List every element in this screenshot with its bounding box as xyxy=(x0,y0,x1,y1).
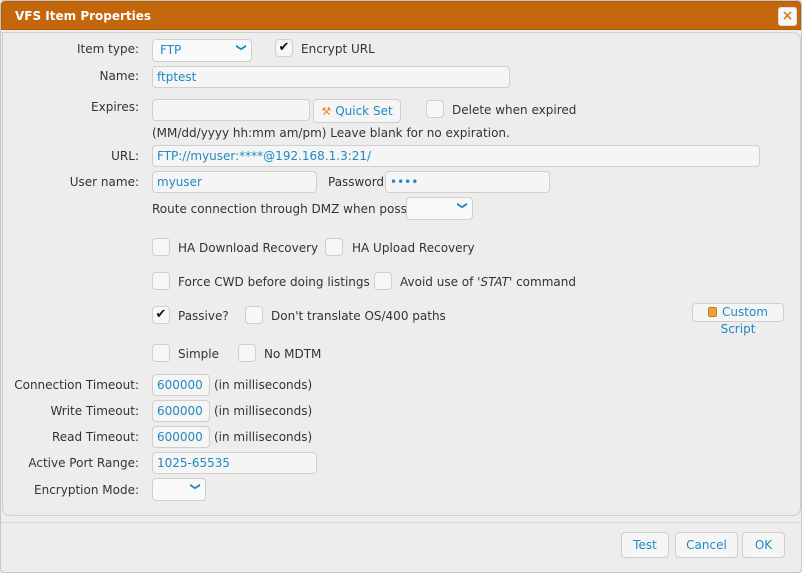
check-icon: ✔ xyxy=(155,307,167,322)
ha-download-label: HA Download Recovery xyxy=(178,241,319,255)
user-name-input[interactable]: myuser xyxy=(152,171,317,193)
avoid-stat-prefix: Avoid use of ' xyxy=(400,275,481,289)
no-mdtm-label: No MDTM xyxy=(264,347,322,361)
name-label: Name: xyxy=(99,69,139,83)
footer-divider xyxy=(1,522,801,523)
url-input[interactable]: FTP://myuser:****@192.168.1.3:21/ xyxy=(152,145,760,167)
active-port-range-input[interactable]: 1025-65535 xyxy=(152,452,317,474)
quick-set-button[interactable]: ⚒ Quick Set xyxy=(313,99,401,123)
vfs-item-properties-dialog: VFS Item Properties × Item type: FTP ❯ ✔… xyxy=(0,0,802,573)
delete-when-expired-checkbox[interactable] xyxy=(426,100,444,118)
script-icon xyxy=(708,307,717,317)
expires-label: Expires: xyxy=(91,100,139,114)
read-timeout-label: Read Timeout: xyxy=(51,430,139,444)
dmz-select[interactable]: ❯ xyxy=(406,197,473,220)
connection-timeout-label: Connection Timeout: xyxy=(14,378,139,392)
quick-set-label: Quick Set xyxy=(335,104,393,118)
delete-when-expired-label: Delete when expired xyxy=(452,103,577,117)
write-timeout-unit: (in milliseconds) xyxy=(214,404,313,418)
encryption-mode-select[interactable]: ❯ xyxy=(152,478,206,501)
test-button[interactable]: Test xyxy=(621,532,669,558)
no-translate-checkbox[interactable] xyxy=(245,306,263,324)
name-input[interactable]: ftptest xyxy=(152,66,510,88)
ha-upload-checkbox[interactable] xyxy=(325,238,343,256)
custom-script-label: Custom Script xyxy=(720,305,768,336)
item-type-value: FTP xyxy=(160,43,182,57)
read-timeout-unit: (in milliseconds) xyxy=(214,430,313,444)
custom-script-button[interactable]: Custom Script xyxy=(692,303,784,336)
force-cwd-label: Force CWD before doing listings xyxy=(178,275,370,289)
close-button[interactable]: × xyxy=(778,7,797,26)
encrypt-url-label: Encrypt URL xyxy=(301,42,375,56)
connection-timeout-unit: (in milliseconds) xyxy=(214,378,313,392)
simple-label: Simple xyxy=(178,347,219,361)
expires-hint: (MM/dd/yyyy hh:mm am/pm) Leave blank for… xyxy=(152,126,510,140)
url-label: URL: xyxy=(111,149,139,163)
wrench-icon: ⚒ xyxy=(321,105,332,118)
cancel-button[interactable]: Cancel xyxy=(675,532,738,558)
encrypt-url-checkbox[interactable]: ✔ xyxy=(275,39,293,57)
active-port-range-label: Active Port Range: xyxy=(28,456,139,470)
item-type-select[interactable]: FTP ❯ xyxy=(152,39,252,62)
properties-panel: Item type: FTP ❯ ✔ Encrypt URL Name: ftp… xyxy=(2,32,801,516)
avoid-stat-suffix: ' command xyxy=(508,275,576,289)
close-icon: × xyxy=(781,8,794,24)
ha-download-checkbox[interactable] xyxy=(152,238,170,256)
password-label: Password: xyxy=(328,175,389,189)
passive-checkbox[interactable]: ✔ xyxy=(152,306,170,324)
write-timeout-label: Write Timeout: xyxy=(50,404,139,418)
no-mdtm-checkbox[interactable] xyxy=(238,344,256,362)
simple-checkbox[interactable] xyxy=(152,344,170,362)
read-timeout-input[interactable]: 600000 xyxy=(152,426,210,448)
user-name-label: User name: xyxy=(69,175,139,189)
passive-label: Passive? xyxy=(178,309,229,323)
no-translate-label: Don't translate OS/400 paths xyxy=(271,309,446,323)
chevron-down-icon: ❯ xyxy=(235,43,247,52)
connection-timeout-input[interactable]: 600000 xyxy=(152,374,210,396)
expires-input[interactable] xyxy=(152,99,310,121)
avoid-stat-checkbox[interactable] xyxy=(374,272,392,290)
avoid-stat-label: Avoid use of 'STAT' command xyxy=(400,275,576,289)
chevron-down-icon: ❯ xyxy=(456,201,468,210)
chevron-down-icon: ❯ xyxy=(189,482,201,491)
avoid-stat-command: STAT xyxy=(480,275,509,289)
item-type-label: Item type: xyxy=(77,42,139,56)
force-cwd-checkbox[interactable] xyxy=(152,272,170,290)
write-timeout-input[interactable]: 600000 xyxy=(152,400,210,422)
password-input[interactable]: •••• xyxy=(385,171,550,193)
ha-upload-label: HA Upload Recovery xyxy=(352,241,475,255)
title-bar[interactable]: VFS Item Properties × xyxy=(1,1,801,30)
check-icon: ✔ xyxy=(278,40,290,55)
ok-button[interactable]: OK xyxy=(742,532,785,558)
encryption-mode-label: Encryption Mode: xyxy=(34,483,139,497)
dmz-label: Route connection through DMZ when possib… xyxy=(152,202,433,216)
dialog-title: VFS Item Properties xyxy=(15,9,152,23)
